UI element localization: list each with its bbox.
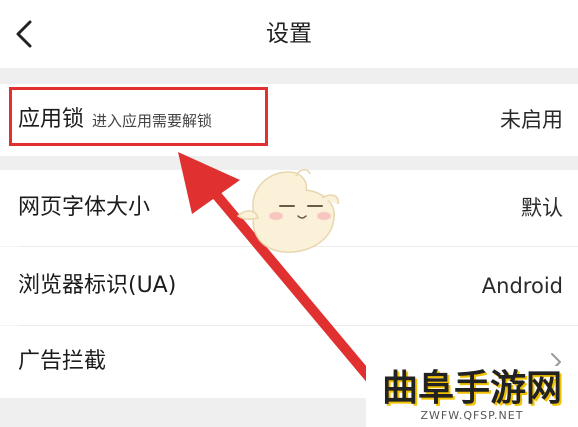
top-bar: 设置	[0, 0, 578, 68]
section-gap	[0, 156, 578, 170]
font-size-row[interactable]: 网页字体大小 默认	[0, 170, 578, 246]
watermark: 曲阜手游网 ZWFW.QFSP.NET	[366, 366, 578, 427]
user-agent-value: Android	[481, 274, 563, 298]
user-agent-row[interactable]: 浏览器标识(UA) Android	[0, 247, 578, 325]
watermark-url: ZWFW.QFSP.NET	[420, 409, 524, 422]
chevron-left-icon	[16, 20, 32, 48]
ad-block-label: 广告拦截	[18, 349, 107, 374]
app-lock-value: 未启用	[500, 108, 563, 132]
page-title: 设置	[266, 21, 312, 47]
user-agent-label: 浏览器标识(UA)	[18, 273, 177, 298]
watermark-title: 曲阜手游网	[381, 367, 562, 409]
font-size-value: 默认	[521, 196, 563, 220]
back-button[interactable]	[6, 14, 46, 54]
settings-screen: 设置 应用锁 进入应用需要解锁 未启用 网页字体大小 默认 浏览器标识(UA) A…	[0, 0, 578, 427]
section-gap	[0, 68, 578, 84]
highlight-box	[9, 87, 268, 146]
font-size-label: 网页字体大小	[18, 195, 151, 220]
